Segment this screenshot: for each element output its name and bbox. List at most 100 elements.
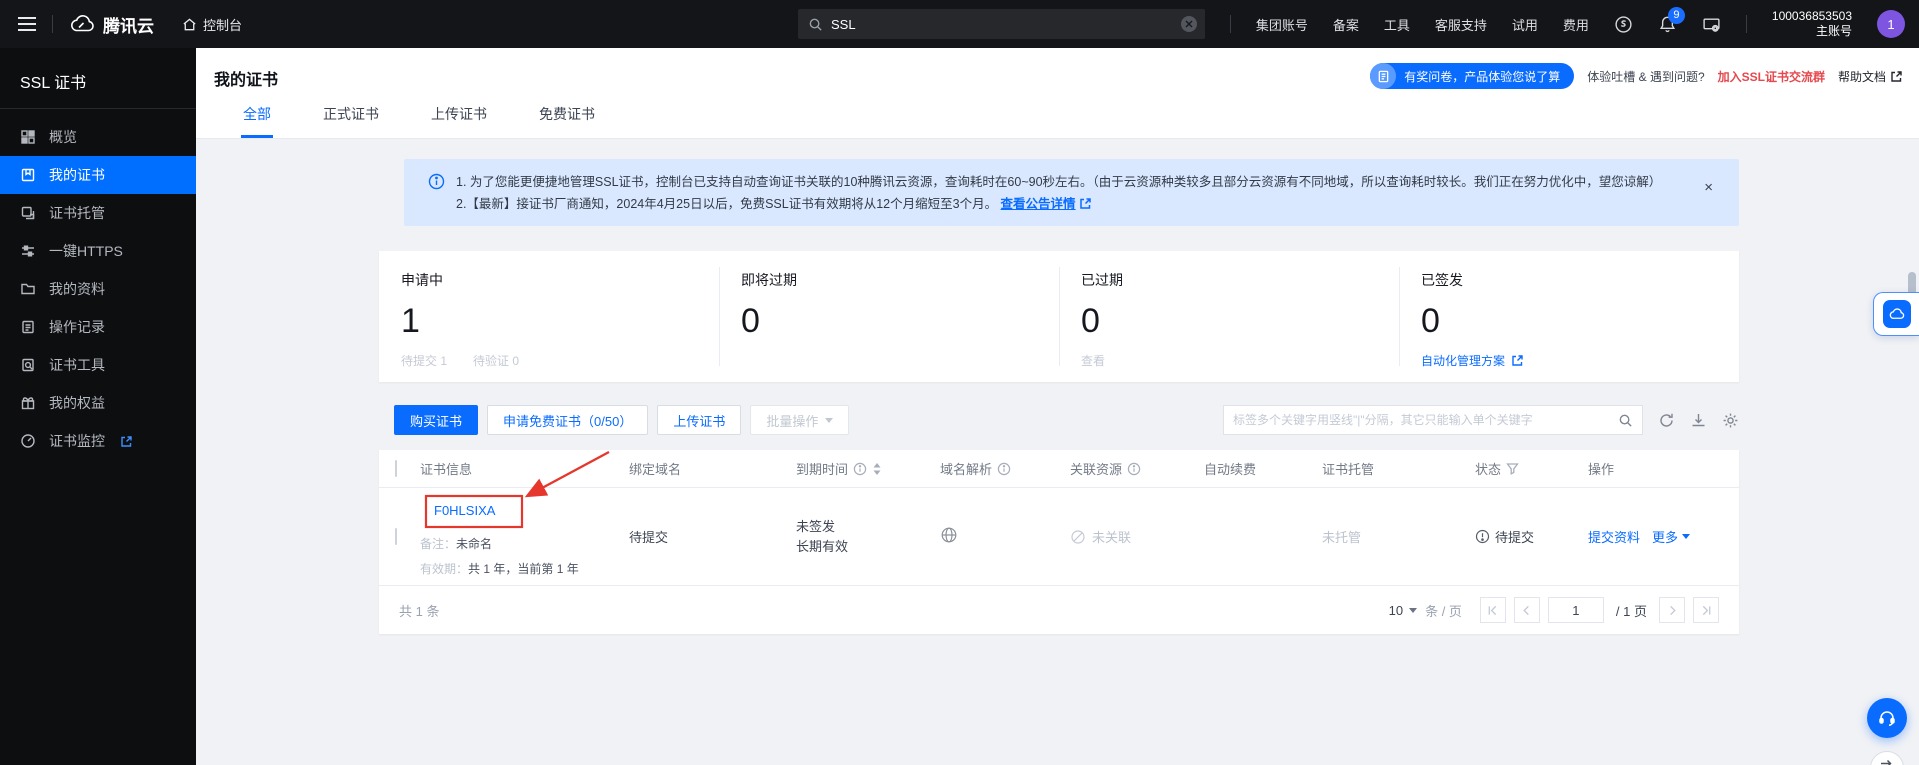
stat-issued: 已签发 0 自动化管理方案 xyxy=(1399,251,1739,382)
topbar-search[interactable] xyxy=(798,9,1205,39)
console-settings-icon[interactable] xyxy=(1702,15,1721,34)
tab-formal-certs[interactable]: 正式证书 xyxy=(321,104,381,138)
col-resources: 关联资源 xyxy=(1070,459,1204,478)
sliders-icon xyxy=(20,243,36,259)
nav-tools[interactable]: 工具 xyxy=(1384,15,1410,34)
sidebar-item-operation-log[interactable]: 操作记录 xyxy=(0,308,196,346)
sidebar-item-overview[interactable]: 概览 xyxy=(0,118,196,156)
info-icon[interactable] xyxy=(997,462,1011,476)
refresh-icon[interactable] xyxy=(1658,412,1675,429)
col-dns: 域名解析 xyxy=(940,459,1070,478)
next-page-button[interactable] xyxy=(1659,597,1685,623)
close-banner-icon[interactable]: × xyxy=(1704,180,1713,195)
download-icon[interactable] xyxy=(1690,412,1707,429)
buy-cert-button[interactable]: 购买证书 xyxy=(394,405,478,435)
stats-panel: 申请中 1 待提交 1 待验证 0 即将过期 0 已过期 0 查看 已签发 0 xyxy=(379,251,1739,382)
filter-search-box[interactable] xyxy=(1223,405,1643,435)
prev-page-button[interactable] xyxy=(1514,597,1540,623)
stat-pending-value: 1 xyxy=(401,302,719,341)
nav-icp-filing[interactable]: 备案 xyxy=(1333,15,1359,34)
page-number-input[interactable] xyxy=(1548,597,1604,623)
survey-banner-button[interactable]: 有奖问卷，产品体验您说了算 xyxy=(1370,63,1574,89)
account-info[interactable]: 100036853503 主账号 xyxy=(1772,9,1852,39)
expiry-cell: 未签发 长期有效 xyxy=(796,517,940,557)
filter-icon[interactable] xyxy=(1506,462,1519,475)
join-group-link[interactable]: 加入SSL证书交流群 xyxy=(1718,68,1825,85)
main-content: 我的证书 有奖问卷，产品体验您说了算 体验吐槽 & 遇到问题? 加入SSL证书交… xyxy=(196,48,1919,765)
first-page-button[interactable] xyxy=(1480,597,1506,623)
notification-badge: 9 xyxy=(1668,7,1685,24)
automation-plan-link[interactable]: 自动化管理方案 xyxy=(1421,352,1524,369)
sidebar-item-cert-monitor[interactable]: 证书监控 xyxy=(0,422,196,460)
select-all-checkbox[interactable] xyxy=(395,460,397,477)
hamburger-menu-icon[interactable] xyxy=(18,17,36,31)
console-link[interactable]: 控制台 xyxy=(182,15,242,34)
filter-search-input[interactable] xyxy=(1233,413,1610,427)
nav-trial[interactable]: 试用 xyxy=(1512,15,1538,34)
batch-ops-button[interactable]: 批量操作 xyxy=(750,405,849,435)
announcement-link[interactable]: 查看公告详情 xyxy=(1001,197,1076,211)
apply-free-cert-button[interactable]: 申请免费证书（0/50） xyxy=(487,405,648,435)
unlinked-icon xyxy=(1070,529,1086,545)
tencent-cloud-logo[interactable]: 腾讯云 xyxy=(69,12,154,37)
info-icon[interactable] xyxy=(853,462,867,476)
nav-support[interactable]: 客服支持 xyxy=(1435,15,1487,34)
feedback-widget[interactable] xyxy=(1873,292,1919,336)
page-title: 我的证书 xyxy=(214,66,278,90)
sidebar-item-cert-tools[interactable]: 证书工具 xyxy=(0,346,196,384)
col-auto-renew: 自动续费 xyxy=(1204,459,1322,478)
gear-icon[interactable] xyxy=(1722,412,1739,429)
notice-line-2: 2.【最新】接证书厂商通知，2024年4月25日以后，免费SSL证书有效期将从1… xyxy=(456,193,1661,215)
last-page-button[interactable] xyxy=(1693,597,1719,623)
divider xyxy=(52,15,53,33)
globe-icon[interactable] xyxy=(940,526,958,544)
divider xyxy=(1746,15,1747,33)
sidebar-item-my-certificates[interactable]: 我的证书 xyxy=(0,156,196,194)
cert-id-link[interactable]: F0HLSIXA xyxy=(434,503,495,518)
page-size-select[interactable]: 10 xyxy=(1389,603,1417,618)
external-link-icon xyxy=(1890,70,1903,83)
sidebar-item-one-click-https[interactable]: 一键HTTPS xyxy=(0,232,196,270)
chevron-down-icon xyxy=(825,418,833,423)
tabs: 全部 正式证书 上传证书 免费证书 xyxy=(241,104,597,138)
hosting-cell: 未托管 xyxy=(1322,527,1475,546)
document-icon xyxy=(20,319,36,335)
divider xyxy=(1230,15,1231,33)
search-icon[interactable] xyxy=(1618,413,1633,428)
nav-group-account[interactable]: 集团账号 xyxy=(1256,15,1308,34)
topbar: 腾讯云 控制台 集团账号 备案 工具 客服支持 试用 xyxy=(0,0,1919,48)
sort-icon[interactable] xyxy=(872,462,882,476)
col-actions: 操作 xyxy=(1588,459,1739,478)
page-total-label: / 1 页 xyxy=(1616,601,1647,620)
submit-info-link[interactable]: 提交资料 xyxy=(1588,527,1640,546)
help-doc-link[interactable]: 帮助文档 xyxy=(1838,68,1903,85)
info-icon[interactable] xyxy=(1127,462,1141,476)
sidebar-item-cert-hosting[interactable]: 证书托管 xyxy=(0,194,196,232)
sidebar-item-my-benefits[interactable]: 我的权益 xyxy=(0,384,196,422)
nav-billing[interactable]: 费用 xyxy=(1563,15,1589,34)
topbar-search-input[interactable] xyxy=(831,17,1173,32)
tab-uploaded-certs[interactable]: 上传证书 xyxy=(429,104,489,138)
notifications-bell-icon[interactable]: 9 xyxy=(1658,15,1677,34)
chevron-down-icon xyxy=(1409,608,1417,613)
more-actions-link[interactable]: 更多 xyxy=(1652,527,1690,546)
workorder-icon[interactable] xyxy=(1614,15,1633,34)
customer-service-button[interactable] xyxy=(1867,698,1907,738)
upload-cert-button[interactable]: 上传证书 xyxy=(657,405,741,435)
stat-expiring-value: 0 xyxy=(741,302,1059,341)
tab-all[interactable]: 全部 xyxy=(241,104,273,138)
avatar[interactable]: 1 xyxy=(1877,10,1905,38)
clear-search-icon[interactable] xyxy=(1181,16,1197,32)
sidebar-item-my-profile[interactable]: 我的资料 xyxy=(0,270,196,308)
pagination: 10 条 / 页 / 1 页 xyxy=(1389,597,1719,623)
stat-expired: 已过期 0 查看 xyxy=(1059,251,1399,382)
sidebar: SSL 证书 概览 我的证书 证书托管 一键HTTPS 我的资料 操作记录 xyxy=(0,48,196,765)
view-expired-link[interactable]: 查看 xyxy=(1081,352,1105,369)
status-pending-icon xyxy=(1475,529,1490,544)
list-toolbar: 购买证书 申请免费证书（0/50） 上传证书 批量操作 xyxy=(379,405,1739,435)
col-cert-info: 证书信息 xyxy=(420,459,629,478)
row-checkbox[interactable] xyxy=(395,528,397,545)
gauge-icon xyxy=(20,433,36,449)
tab-free-certs[interactable]: 免费证书 xyxy=(537,104,597,138)
screen: 腾讯云 控制台 集团账号 备案 工具 客服支持 试用 xyxy=(0,0,1919,765)
